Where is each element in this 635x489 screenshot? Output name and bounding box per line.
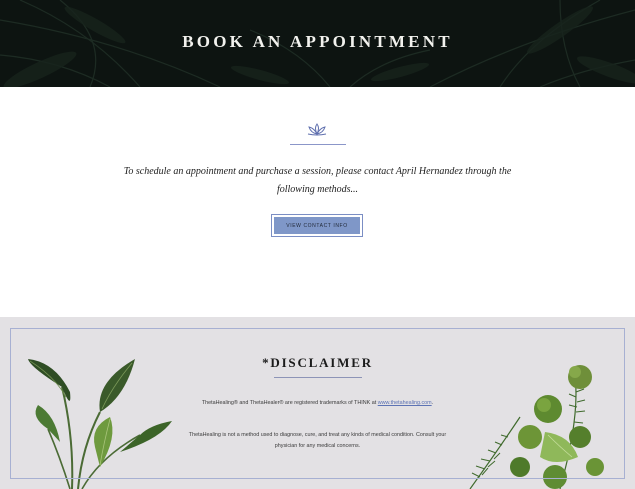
trademark-end: . [431, 400, 434, 406]
thetahealing-link[interactable]: www.thetahealing.com [378, 400, 432, 406]
page-title: BOOK AN APPOINTMENT [182, 32, 453, 51]
view-contact-info-label: VIEW CONTACT INFO [274, 217, 360, 234]
trademark-text: ThetaHealing® and ThetaHealer® are regis… [201, 400, 377, 406]
hero-banner: BOOK AN APPOINTMENT [0, 0, 635, 87]
disclaimer-title: *DISCLAIMER [262, 355, 373, 370]
medical-notice-line-1: ThetaHealing is not a method used to dia… [188, 432, 447, 438]
medical-notice-line-2: physician for any medical concerns. [274, 443, 361, 449]
trademark-notice: ThetaHealing® and ThetaHealer® are regis… [0, 398, 635, 409]
disclaimer-section: *DISCLAIMER ThetaHealing® and ThetaHeale… [0, 317, 635, 489]
intro-line-2: following methods... [276, 183, 359, 195]
disclaimer-divider [274, 377, 362, 378]
intro-text: To schedule an appointment and purchase … [110, 163, 525, 198]
intro-line-1: To schedule an appointment and purchase … [123, 166, 512, 177]
lotus-icon [307, 123, 327, 136]
view-contact-info-button[interactable]: VIEW CONTACT INFO [271, 214, 363, 237]
divider-line [290, 144, 346, 145]
